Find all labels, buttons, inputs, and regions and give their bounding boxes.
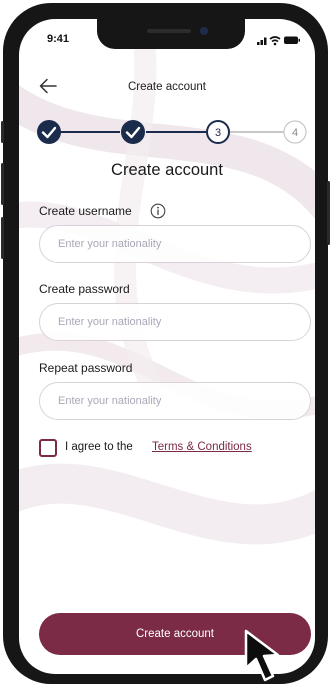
app-screen: 9:41 Create account 3 4 Create account C…: [19, 19, 315, 674]
step-number: 4: [292, 127, 298, 139]
front-camera: [200, 27, 208, 35]
progress-stepper: 3 4: [37, 120, 307, 144]
speaker: [147, 29, 191, 33]
step-number: 3: [215, 127, 221, 139]
mouse-pointer-icon: [244, 629, 280, 682]
status-icons: [257, 36, 300, 46]
info-icon[interactable]: [150, 203, 166, 219]
side-button: [327, 181, 330, 245]
repeat-password-label: Repeat password: [39, 361, 133, 375]
agree-text: I agree to the: [65, 441, 133, 453]
step-4: 4: [283, 120, 307, 144]
side-button: [1, 121, 4, 143]
page-title: Create account: [128, 81, 206, 93]
signal-icon: [257, 42, 260, 45]
form-heading: Create account: [111, 161, 223, 179]
status-time: 9:41: [47, 33, 70, 45]
wifi-icon: [269, 36, 281, 46]
username-field[interactable]: [39, 225, 311, 263]
notch: [97, 19, 245, 49]
step-3: 3: [206, 120, 230, 144]
terms-checkbox[interactable]: [39, 439, 57, 457]
step-2: [121, 120, 145, 144]
password-label: Create password: [39, 282, 130, 296]
side-button: [1, 163, 4, 205]
phone-frame: 9:41 Create account 3 4 Create account C…: [1, 3, 330, 684]
password-field[interactable]: [39, 303, 311, 341]
terms-link[interactable]: Terms & Conditions: [152, 441, 252, 453]
step-1: [37, 120, 61, 144]
signal-icon: [260, 40, 263, 45]
side-button: [1, 217, 4, 259]
signal-icon: [264, 37, 267, 45]
username-label: Create username: [39, 204, 132, 218]
battery-icon: [284, 36, 300, 44]
repeat-password-field[interactable]: [39, 382, 311, 420]
